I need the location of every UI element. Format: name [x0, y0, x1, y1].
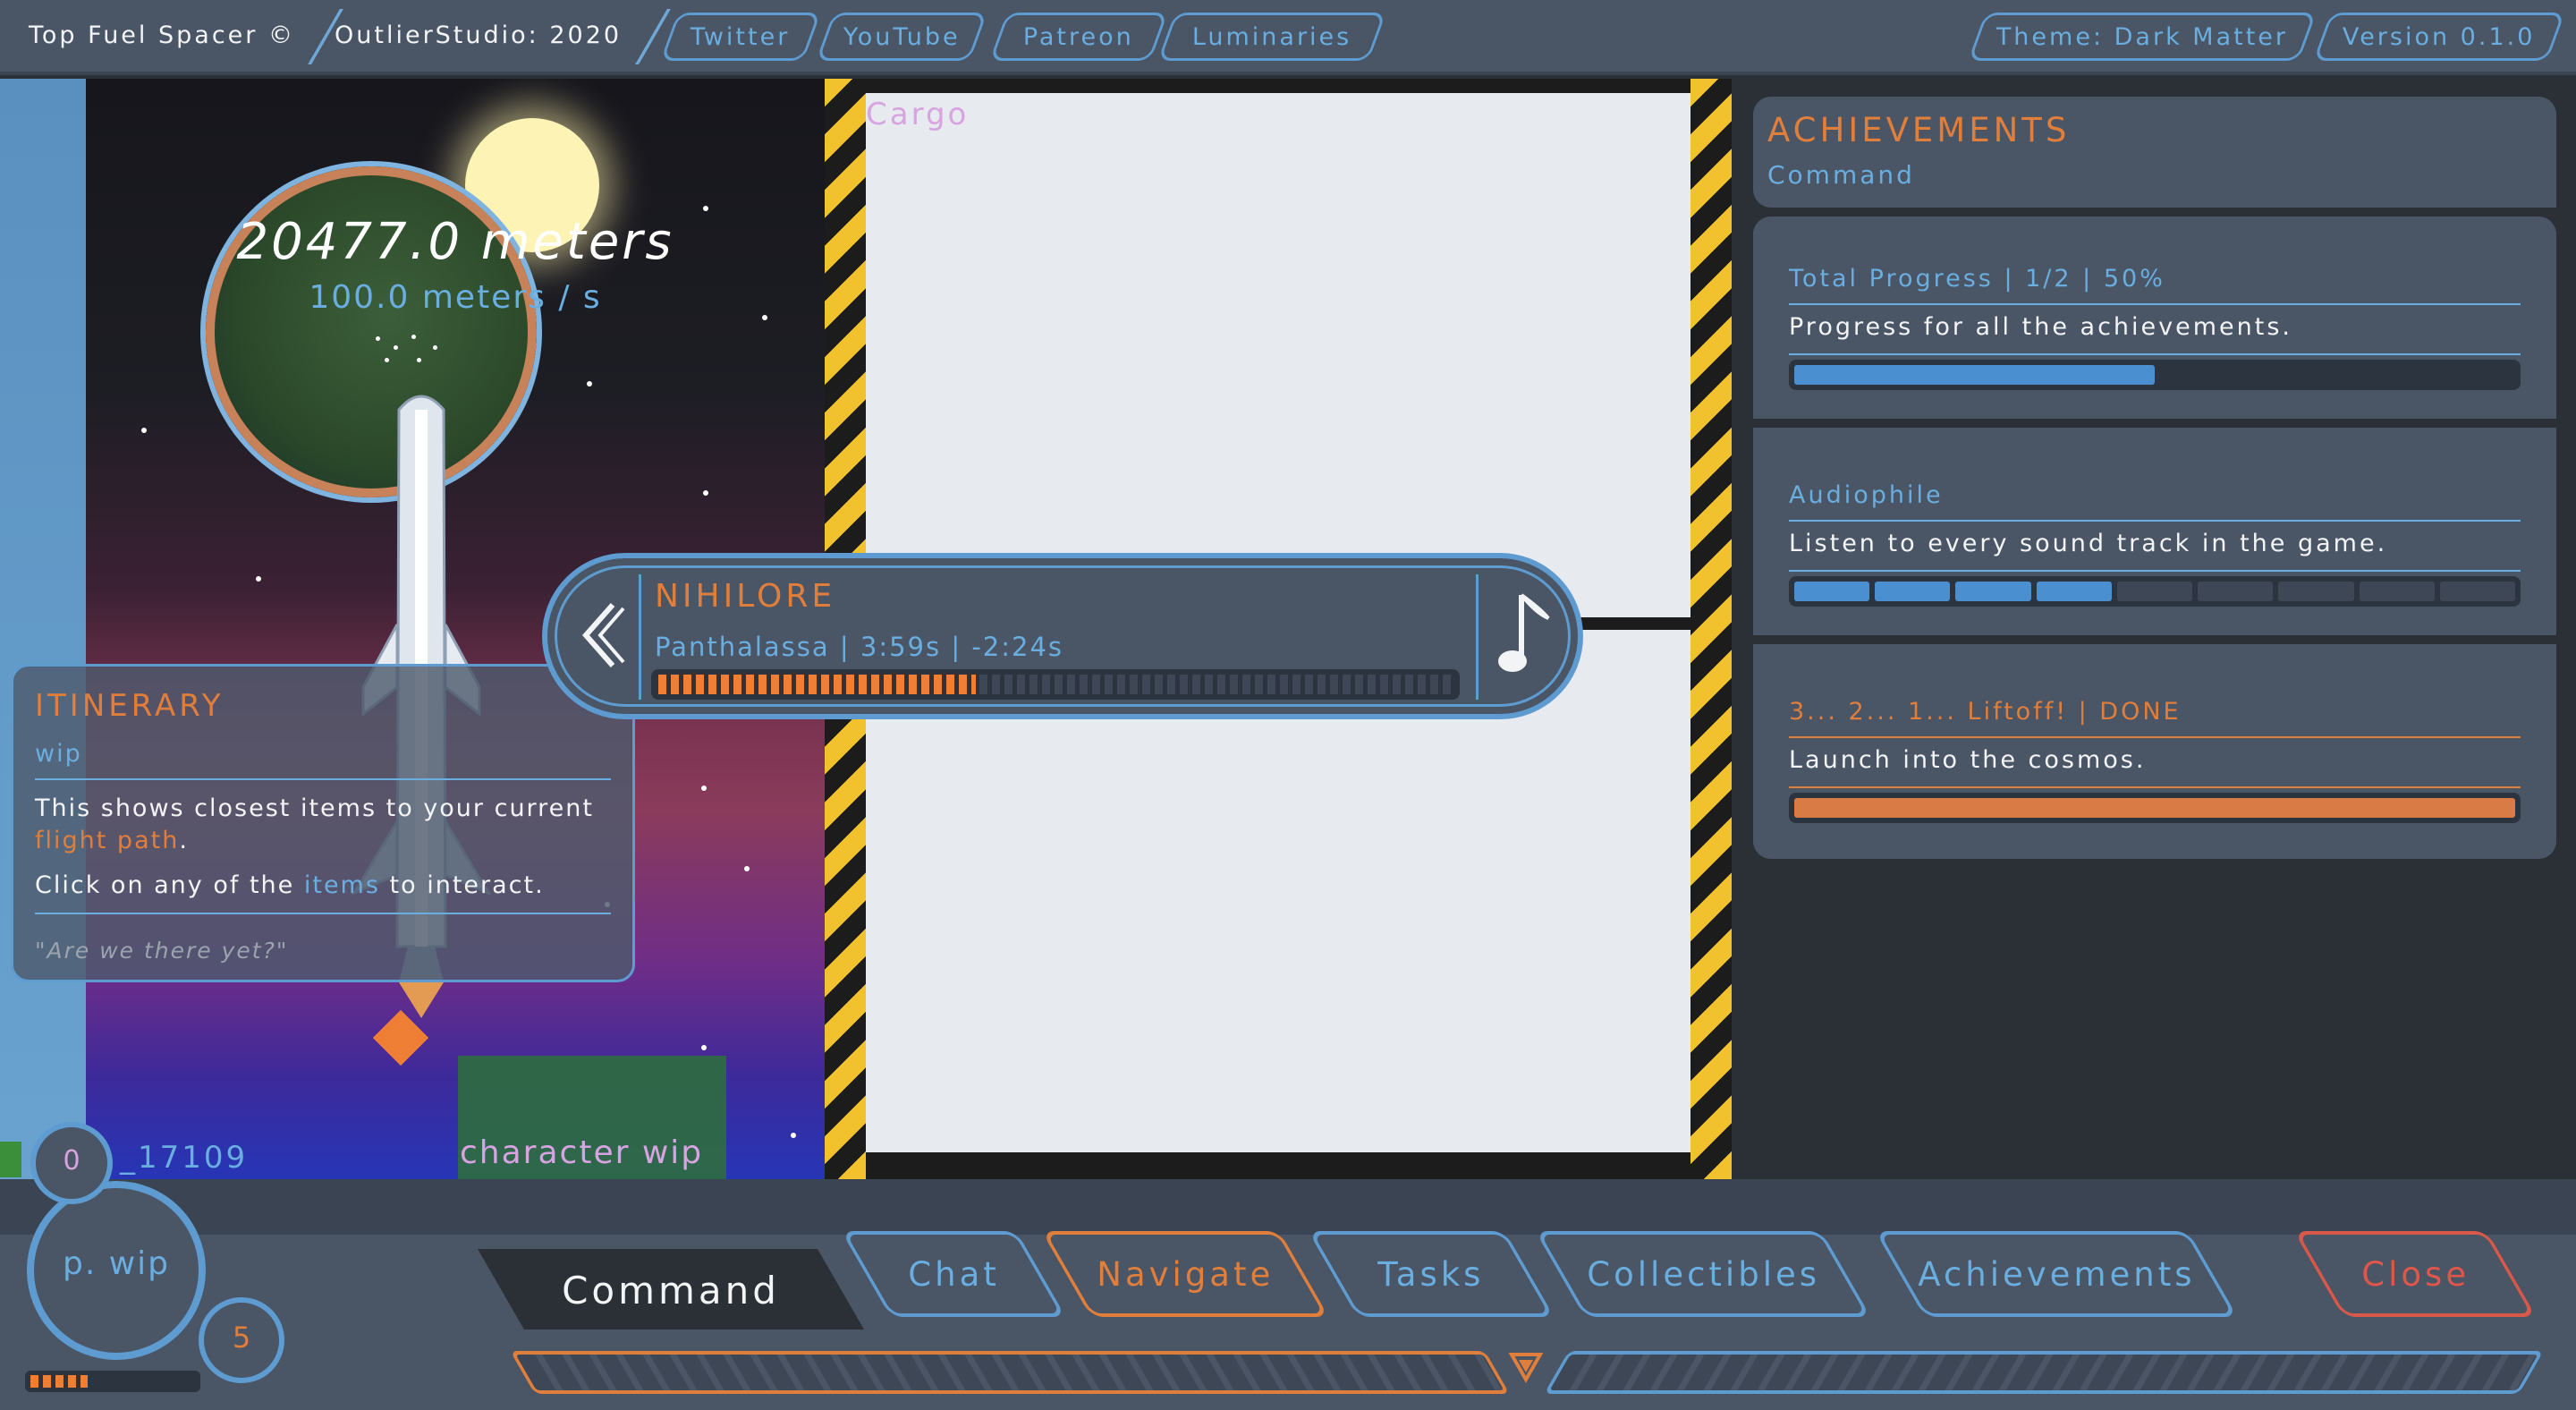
youtube-link[interactable]: YouTube	[816, 13, 987, 61]
track-progress-remaining	[979, 675, 1453, 694]
ship-id-label: _17109	[120, 1140, 249, 1176]
audiophile-progress-segment	[2036, 582, 2112, 601]
left-edge-strip	[0, 79, 86, 1188]
audiophile-progress-segment	[2198, 582, 2274, 601]
achievement-description: Launch into the cosmos.	[1789, 746, 2521, 788]
itinerary-subtitle: wip	[35, 740, 611, 780]
achievement-description: Listen to every sound track in the game.	[1789, 530, 2521, 572]
pilot-energy-bar	[25, 1371, 200, 1392]
distance-readout: 20477.0 meters	[236, 213, 674, 271]
achievements-header: ACHIEVEMENTS Command	[1753, 97, 2556, 208]
navigate-button[interactable]: Navigate	[1041, 1231, 1329, 1317]
achievements-button[interactable]: Achievements	[1875, 1231, 2238, 1317]
audiophile-progress-segment	[1955, 582, 2031, 601]
itinerary-quote: "Are we there yet?"	[35, 938, 289, 964]
studio-label: OutlierStudio: 2020	[335, 21, 623, 49]
audiophile-progress-segment	[2116, 582, 2193, 601]
theme-button[interactable]: Theme: Dark Matter	[1968, 13, 2317, 61]
achievement-card[interactable]: Audiophile Listen to every sound track i…	[1753, 433, 2556, 644]
achievements-list: Total Progress | 1/2 | 50% Progress for …	[1753, 217, 2556, 859]
level-value: 5	[232, 1321, 251, 1355]
bottom-bar-shade	[0, 1179, 2576, 1235]
track-info: Panthalassa | 3:59s | -2:24s	[655, 632, 1064, 662]
cargo-bay-upper[interactable]	[866, 93, 1690, 617]
achievements-subtitle: Command	[1767, 160, 1915, 190]
achievement-title: Audiophile	[1789, 481, 2521, 522]
fuel-gauge-right	[1544, 1351, 2544, 1394]
track-progress-fill	[658, 675, 976, 694]
achievement-card[interactable]: Total Progress | 1/2 | 50% Progress for …	[1753, 217, 2556, 428]
music-note-icon[interactable]	[1481, 573, 1571, 698]
command-tab-label: Command	[562, 1269, 780, 1312]
audiophile-progress-segment	[2278, 582, 2354, 601]
player-divider-left	[639, 574, 641, 700]
itinerary-panel: ITINERARY wip This shows closest items t…	[11, 664, 635, 982]
twitter-link[interactable]: Twitter	[660, 13, 821, 61]
achievement-progress-fill	[1794, 798, 2515, 818]
itinerary-title: ITINERARY	[35, 688, 225, 724]
achievement-description: Progress for all the achievements.	[1789, 313, 2521, 355]
achievements-title: ACHIEVEMENTS	[1767, 111, 2071, 149]
itinerary-divider	[35, 913, 611, 914]
hazard-stripe-right	[1690, 79, 1732, 1188]
track-progress-bar[interactable]	[651, 669, 1460, 700]
achievement-progress-bar	[1789, 793, 2521, 823]
counter-value: 0	[63, 1145, 80, 1176]
achievement-card[interactable]: 3... 2... 1... Liftoff! | DONE Launch in…	[1753, 650, 2556, 859]
itinerary-instruction: Click on any of the items to interact.	[35, 871, 545, 899]
game-title: Top Fuel Spacer ©	[29, 21, 295, 49]
top-bar: Top Fuel Spacer © OutlierStudio: 2020 Tw…	[0, 0, 2576, 75]
itinerary-description: This shows closest items to your current…	[35, 794, 594, 854]
patreon-link[interactable]: Patreon	[989, 13, 1168, 61]
audiophile-progress-segment	[1875, 582, 1951, 601]
character-label: character wip	[460, 1134, 704, 1171]
audiophile-progress-segment	[2359, 582, 2435, 601]
player-divider-right	[1476, 574, 1479, 700]
version-label: Version 0.1.0	[2313, 13, 2565, 61]
achievement-progress-bar	[1789, 360, 2521, 390]
achievement-title: Total Progress | 1/2 | 50%	[1789, 265, 2521, 305]
pilot-name: p. wip	[62, 1245, 171, 1282]
fuel-gauge-left	[510, 1351, 1510, 1394]
achievement-progress-bar	[1789, 576, 2521, 607]
cargo-label: Cargo	[866, 97, 970, 132]
triangle-down-icon	[1508, 1353, 1544, 1384]
track-title: NIHILORE	[655, 578, 836, 615]
chevron-left-icon[interactable]	[560, 573, 640, 698]
achievement-title: 3... 2... 1... Liftoff! | DONE	[1789, 698, 2521, 738]
status-tab	[0, 1142, 21, 1177]
audiophile-progress-segment	[1794, 582, 1870, 601]
speed-readout: 100.0 meters / s	[309, 279, 602, 316]
luminaries-link[interactable]: Luminaries	[1157, 13, 1386, 61]
collectibles-button[interactable]: Collectibles	[1535, 1231, 1871, 1317]
achievement-progress-fill	[1794, 365, 2155, 385]
audiophile-progress-segment	[2439, 582, 2515, 601]
